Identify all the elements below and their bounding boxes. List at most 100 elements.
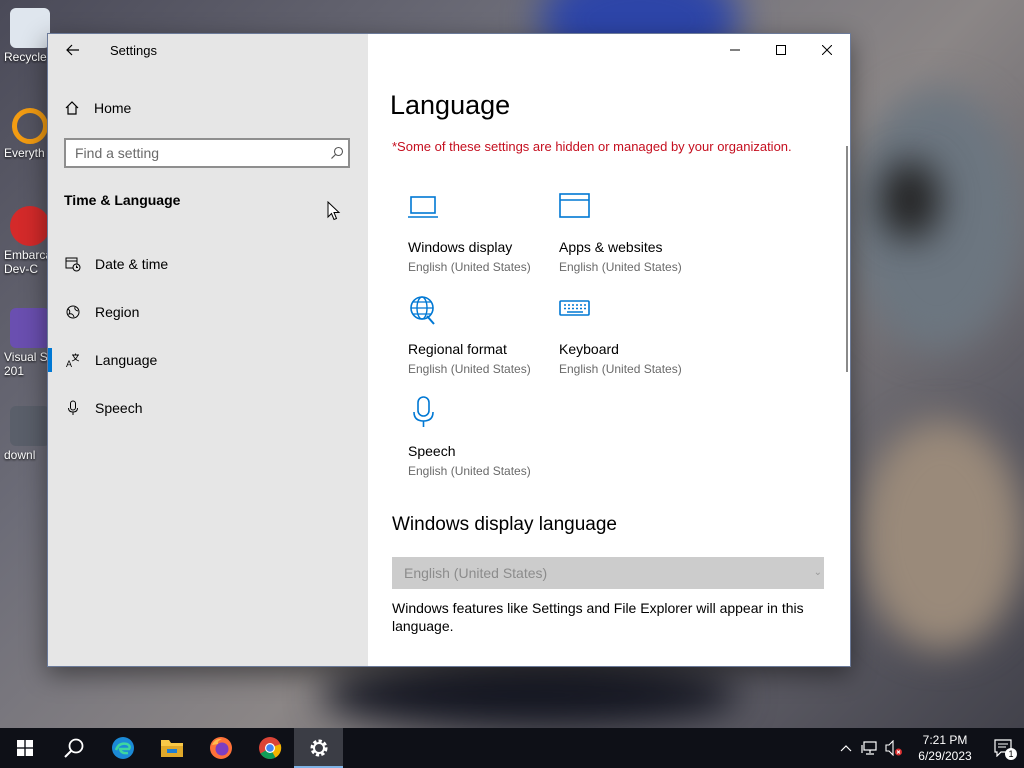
tile-apps-websites[interactable]: Apps & websites English (United States) <box>559 192 709 282</box>
search-icon <box>63 738 83 758</box>
minimize-button[interactable] <box>712 34 758 66</box>
globe-pin-icon <box>410 296 435 325</box>
sidebar-item-label: Speech <box>95 400 143 416</box>
start-icon <box>16 740 33 756</box>
home-link[interactable]: Home <box>64 96 131 120</box>
clock-date: 6/29/2023 <box>918 749 972 763</box>
minimize-icon <box>730 49 740 51</box>
tile-subtitle: English (United States) <box>408 260 531 274</box>
sidebar-item-label: Language <box>95 352 158 368</box>
tile-title: Windows display <box>408 239 513 255</box>
close-button[interactable] <box>804 34 850 66</box>
org-warning-text: *Some of these settings are hidden or ma… <box>392 139 792 154</box>
notification-count-badge: 1 <box>1005 748 1017 760</box>
laptop-icon <box>408 196 438 218</box>
taskbar-search-button[interactable] <box>49 728 98 768</box>
maximize-icon <box>776 45 786 55</box>
taskbar-firefox[interactable] <box>196 728 245 768</box>
microphone-icon <box>64 399 82 417</box>
file-explorer-icon <box>160 740 183 757</box>
recycle-bin-icon <box>10 8 50 48</box>
devcpp-icon <box>10 206 50 246</box>
taskbar-clock[interactable]: 7:21 PM 6/29/2023 <box>906 732 984 764</box>
tile-subtitle: English (United States) <box>559 260 682 274</box>
sidebar-item-speech[interactable]: Speech <box>48 384 368 432</box>
background-blob <box>860 420 1024 650</box>
maximize-button[interactable] <box>758 34 804 66</box>
display-language-value: English (United States) <box>404 565 548 581</box>
chevron-down-icon: ⌄ <box>813 567 822 578</box>
tile-title: Regional format <box>408 341 507 357</box>
window-controls <box>712 34 850 66</box>
clock-calendar-icon <box>64 255 82 273</box>
microphone-icon <box>413 396 434 427</box>
taskbar-settings[interactable] <box>294 728 343 768</box>
background-blob <box>850 90 1024 350</box>
sidebar-item-label: Region <box>95 304 140 320</box>
globe-icon <box>64 303 82 321</box>
start-button[interactable] <box>0 728 49 768</box>
display-language-description: Windows features like Settings and File … <box>392 600 804 634</box>
search-icon[interactable] <box>326 146 348 160</box>
tile-title: Speech <box>408 443 456 459</box>
display-language-heading: Windows display language <box>392 514 617 535</box>
search-box[interactable] <box>64 138 350 168</box>
title-bar[interactable]: Settings <box>48 34 368 66</box>
nav-list: Date & time Region A Language Speech <box>48 240 368 432</box>
tile-speech[interactable]: Speech English (United States) <box>408 396 558 486</box>
section-heading: Time & Language <box>64 192 181 208</box>
tile-subtitle: English (United States) <box>408 464 531 478</box>
sidebar-item-region[interactable]: Region <box>48 288 368 336</box>
language-icon: A <box>64 351 82 369</box>
back-arrow-icon <box>66 44 79 56</box>
edge-icon <box>111 737 134 759</box>
taskbar: 7:21 PM 6/29/2023 1 <box>0 728 1024 768</box>
taskbar-file-explorer[interactable] <box>147 728 196 768</box>
search-input[interactable] <box>66 141 326 165</box>
tile-keyboard[interactable]: Keyboard English (United States) <box>559 294 709 384</box>
system-tray: 7:21 PM 6/29/2023 1 <box>834 728 1024 768</box>
mouse-cursor-icon <box>327 201 341 221</box>
tile-regional-format[interactable]: Regional format English (United States) <box>408 294 558 384</box>
tile-subtitle: English (United States) <box>559 362 682 376</box>
network-icon <box>861 741 877 755</box>
tile-subtitle: English (United States) <box>408 362 531 376</box>
chevron-up-icon <box>840 745 852 752</box>
close-icon <box>822 45 832 55</box>
taskbar-edge[interactable] <box>98 728 147 768</box>
settings-icon <box>310 739 327 757</box>
everything-search-icon <box>12 108 48 144</box>
settings-window: Settings Home Time & Language <box>47 33 851 667</box>
sidebar-item-label: Date & time <box>95 256 169 272</box>
sidebar: Settings Home Time & Language <box>48 34 368 666</box>
sidebar-item-language[interactable]: A Language <box>48 336 368 384</box>
app-title: Settings <box>110 43 157 58</box>
clock-time: 7:21 PM <box>922 733 968 747</box>
tray-network[interactable] <box>858 728 882 768</box>
scrollbar-thumb[interactable] <box>846 146 848 372</box>
back-button[interactable] <box>62 40 84 60</box>
background-blob <box>880 160 940 240</box>
sidebar-item-date-time[interactable]: Date & time <box>48 240 368 288</box>
tile-windows-display[interactable]: Windows display English (United States) <box>408 192 558 282</box>
browser-window-icon <box>559 193 590 218</box>
tile-title: Keyboard <box>559 341 619 357</box>
chrome-icon <box>258 737 281 759</box>
page-title: Language <box>390 90 511 120</box>
home-label: Home <box>94 100 132 116</box>
background-blob <box>320 660 740 730</box>
svg-text:A: A <box>66 359 72 368</box>
keyboard-icon <box>559 300 590 316</box>
taskbar-chrome[interactable] <box>245 728 294 768</box>
visual-studio-icon <box>10 308 50 348</box>
download-image-icon <box>10 406 50 446</box>
home-icon <box>65 101 79 115</box>
volume-muted-icon <box>885 740 902 756</box>
action-center-button[interactable]: 1 <box>984 728 1024 768</box>
display-language-select[interactable]: English (United States) ⌄ <box>392 557 824 589</box>
firefox-icon <box>209 737 232 759</box>
tile-title: Apps & websites <box>559 239 663 255</box>
main-content: Language *Some of these settings are hid… <box>368 34 850 666</box>
tray-volume[interactable] <box>882 728 906 768</box>
tray-overflow-button[interactable] <box>834 728 858 768</box>
